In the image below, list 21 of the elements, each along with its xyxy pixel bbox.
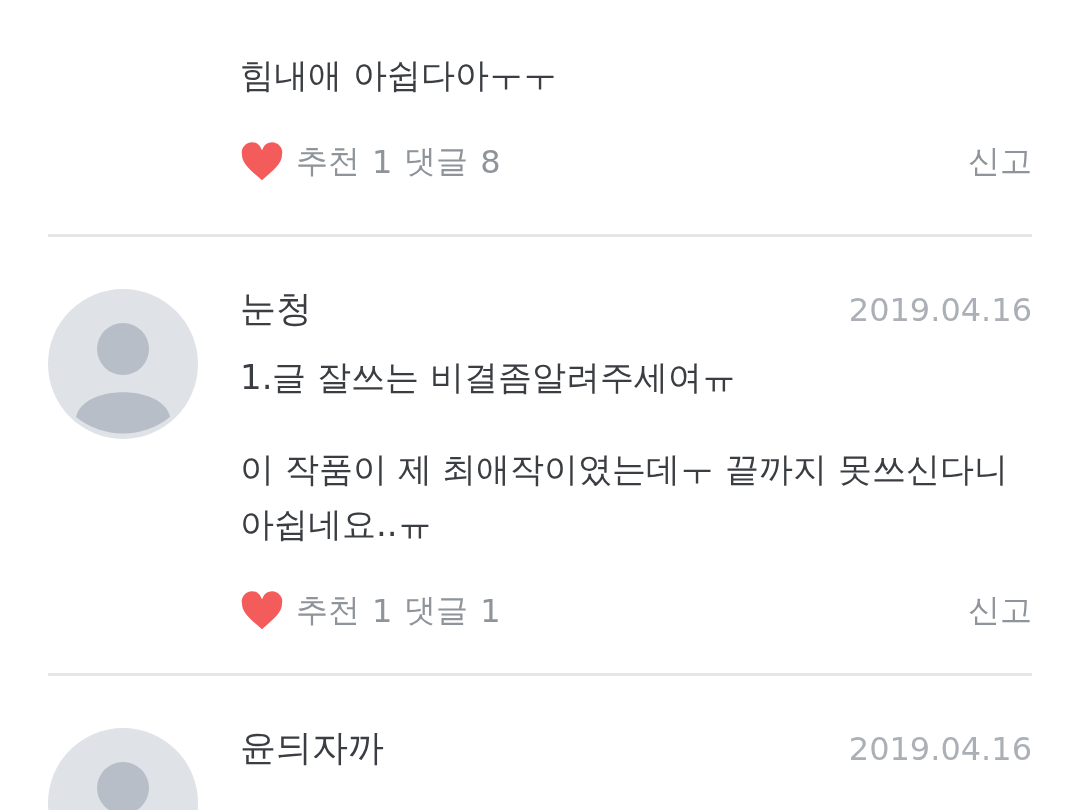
comment-date: 2019.04.16	[848, 730, 1032, 768]
avatar[interactable]	[48, 289, 198, 439]
heart-icon[interactable]	[240, 142, 284, 182]
user-name[interactable]: 윤듸자까	[240, 724, 384, 773]
likes-label: 추천	[296, 590, 360, 631]
comment-text: 이 작품이 제 최애작이였는데ㅜ 끝까지 못쓰신다니	[240, 448, 1010, 491]
likes-count: 1	[372, 143, 393, 181]
report-link[interactable]: 신고	[968, 140, 1032, 184]
replies-label[interactable]: 댓글	[404, 589, 469, 633]
comment-text: 1.글 잘쓰는 비결좀알려주세여ㅠ	[240, 356, 738, 399]
replies-label[interactable]: 댓글	[404, 140, 469, 184]
likes-count: 1	[372, 592, 393, 630]
likes-label: 추천	[296, 141, 360, 182]
user-name[interactable]: 눈청	[240, 285, 312, 334]
replies-count: 8	[480, 143, 501, 181]
comment-text: 힘내애 아쉽다아ㅜㅜ	[240, 54, 558, 97]
comment-text: 아쉽네요..ㅠ	[240, 503, 433, 546]
report-link[interactable]: 신고	[968, 589, 1032, 633]
heart-icon[interactable]	[240, 591, 284, 631]
replies-count: 1	[480, 592, 501, 630]
comment-date: 2019.04.16	[848, 291, 1032, 329]
